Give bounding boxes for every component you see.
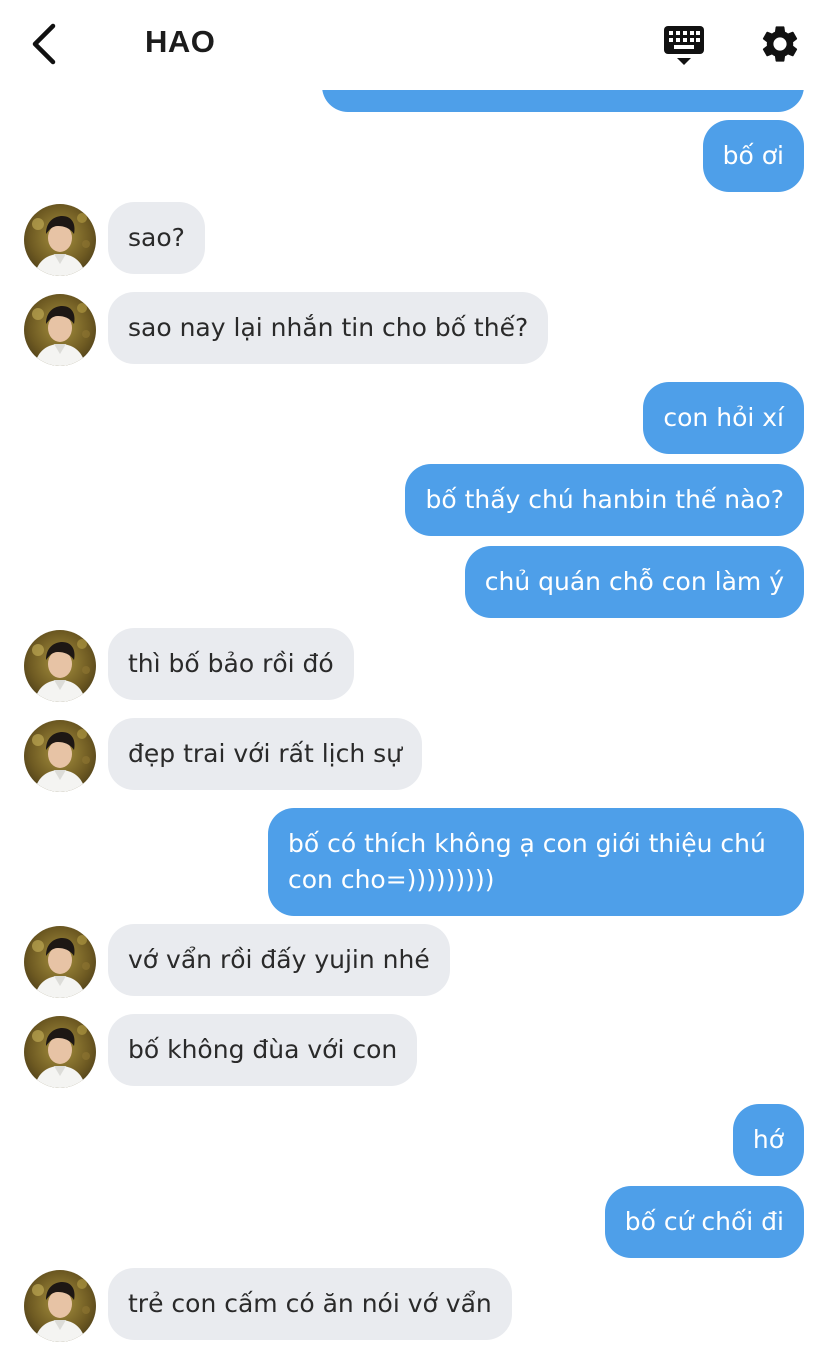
- avatar[interactable]: [24, 926, 96, 998]
- incoming-message[interactable]: bố không đùa với con: [108, 1014, 418, 1086]
- incoming-message[interactable]: thì bố bảo rồi đó: [108, 628, 354, 700]
- outgoing-message[interactable]: bố thấy chú hanbin thế nào?: [405, 464, 804, 536]
- outgoing-message[interactable]: con hỏi xí: [643, 382, 804, 454]
- outgoing-message[interactable]: bố ơi: [702, 120, 804, 192]
- incoming-message[interactable]: sao?: [108, 202, 205, 274]
- avatar[interactable]: [24, 720, 96, 792]
- outgoing-message[interactable]: hớ: [732, 1104, 804, 1176]
- outgoing-message[interactable]: chủ quán chỗ con làm ý: [464, 546, 804, 618]
- back-button[interactable]: [26, 22, 66, 66]
- avatar[interactable]: [24, 204, 96, 276]
- outgoing-message[interactable]: bố có thích không ạ con giới thiệu chú c…: [268, 808, 804, 916]
- avatar[interactable]: [24, 630, 96, 702]
- gear-icon: [762, 26, 798, 62]
- avatar[interactable]: [24, 294, 96, 366]
- keyboard-button[interactable]: [662, 24, 706, 68]
- contact-name[interactable]: HAO: [145, 24, 215, 60]
- chevron-left-icon: [32, 23, 56, 65]
- avatar[interactable]: [24, 1270, 96, 1342]
- avatar[interactable]: [24, 1016, 96, 1088]
- incoming-message[interactable]: đẹp trai với rất lịch sự: [108, 718, 422, 790]
- settings-button[interactable]: [758, 22, 802, 66]
- incoming-message[interactable]: trẻ con cấm có ăn nói vớ vẩn: [108, 1268, 512, 1340]
- outgoing-message[interactable]: bố cứ chối đi: [604, 1186, 804, 1258]
- keyboard-icon: [664, 26, 704, 65]
- incoming-message[interactable]: sao nay lại nhắn tin cho bố thế?: [108, 292, 549, 364]
- chat-header: HAO: [0, 0, 828, 90]
- incoming-message[interactable]: vớ vẩn rồi đấy yujin nhé: [108, 924, 450, 996]
